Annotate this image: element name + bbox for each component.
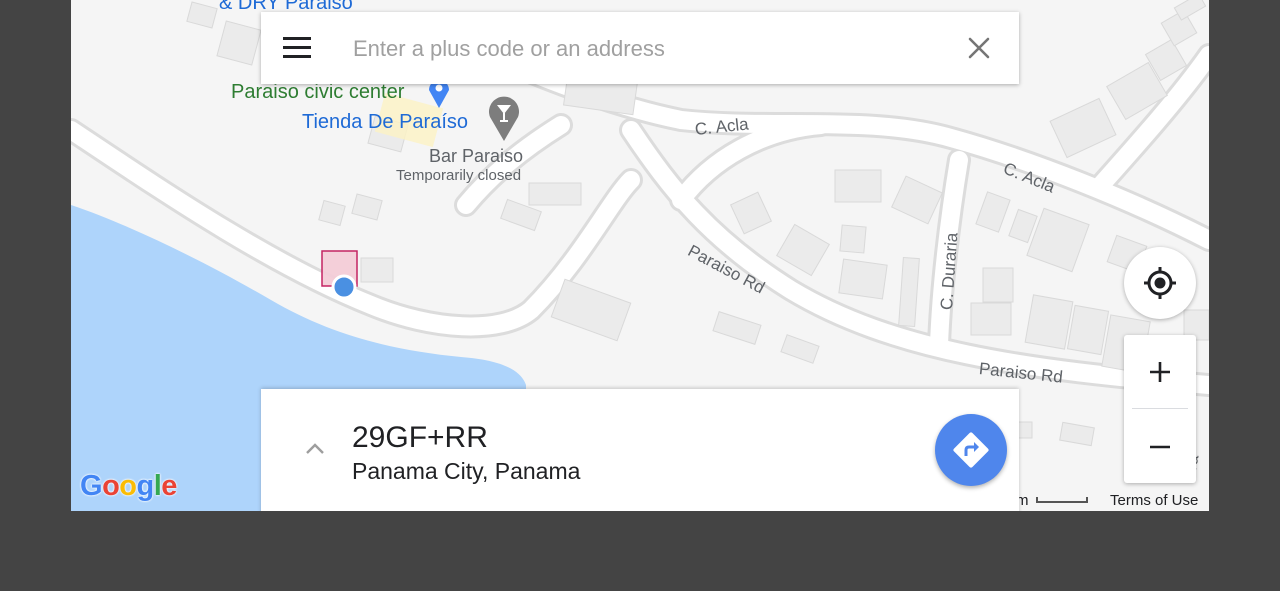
logo-letter: o: [119, 470, 137, 502]
poi-status-bar: Temporarily closed: [396, 167, 522, 184]
logo-letter: e: [161, 470, 177, 502]
search-bar: [261, 12, 1019, 84]
current-location-dot: [331, 274, 357, 300]
poi-label-bar[interactable]: Bar Paraiso: [429, 146, 523, 167]
zoom-out-icon: [1150, 445, 1170, 448]
scale-bar: [1036, 497, 1088, 503]
chevron-up-icon[interactable]: [305, 441, 325, 455]
zoom-in-icon: [1150, 361, 1170, 382]
menu-icon[interactable]: [283, 37, 311, 59]
zoom-divider: [1132, 408, 1188, 409]
zoom-out-button[interactable]: [1124, 410, 1196, 483]
logo-letter: g: [136, 470, 155, 502]
logo-letter: o: [102, 470, 120, 502]
zoom-in-button[interactable]: [1124, 335, 1196, 408]
bar-icon[interactable]: [487, 95, 521, 141]
logo-letter: G: [80, 470, 103, 502]
directions-icon: [953, 432, 989, 468]
map-canvas[interactable]: & DRY Paraiso Paraiso civic center Tiend…: [71, 0, 1209, 511]
poi-label-tienda[interactable]: Tienda De Paraíso: [302, 111, 468, 134]
plus-code: 29GF+RR: [352, 421, 488, 454]
locality: Panama City, Panama: [352, 458, 581, 484]
zoom-controls: [1124, 335, 1196, 483]
location-card[interactable]: 29GF+RR Panama City, Panama: [261, 389, 1019, 511]
search-input[interactable]: [351, 30, 935, 68]
google-logo: Google: [80, 470, 177, 503]
terms-of-use-link[interactable]: Terms of Use: [1110, 492, 1198, 509]
my-location-icon: [1144, 267, 1176, 299]
close-icon[interactable]: [967, 36, 991, 60]
poi-label-civic-center[interactable]: Paraiso civic center: [231, 81, 404, 104]
my-location-button[interactable]: [1124, 247, 1196, 319]
directions-button[interactable]: [935, 414, 1007, 486]
